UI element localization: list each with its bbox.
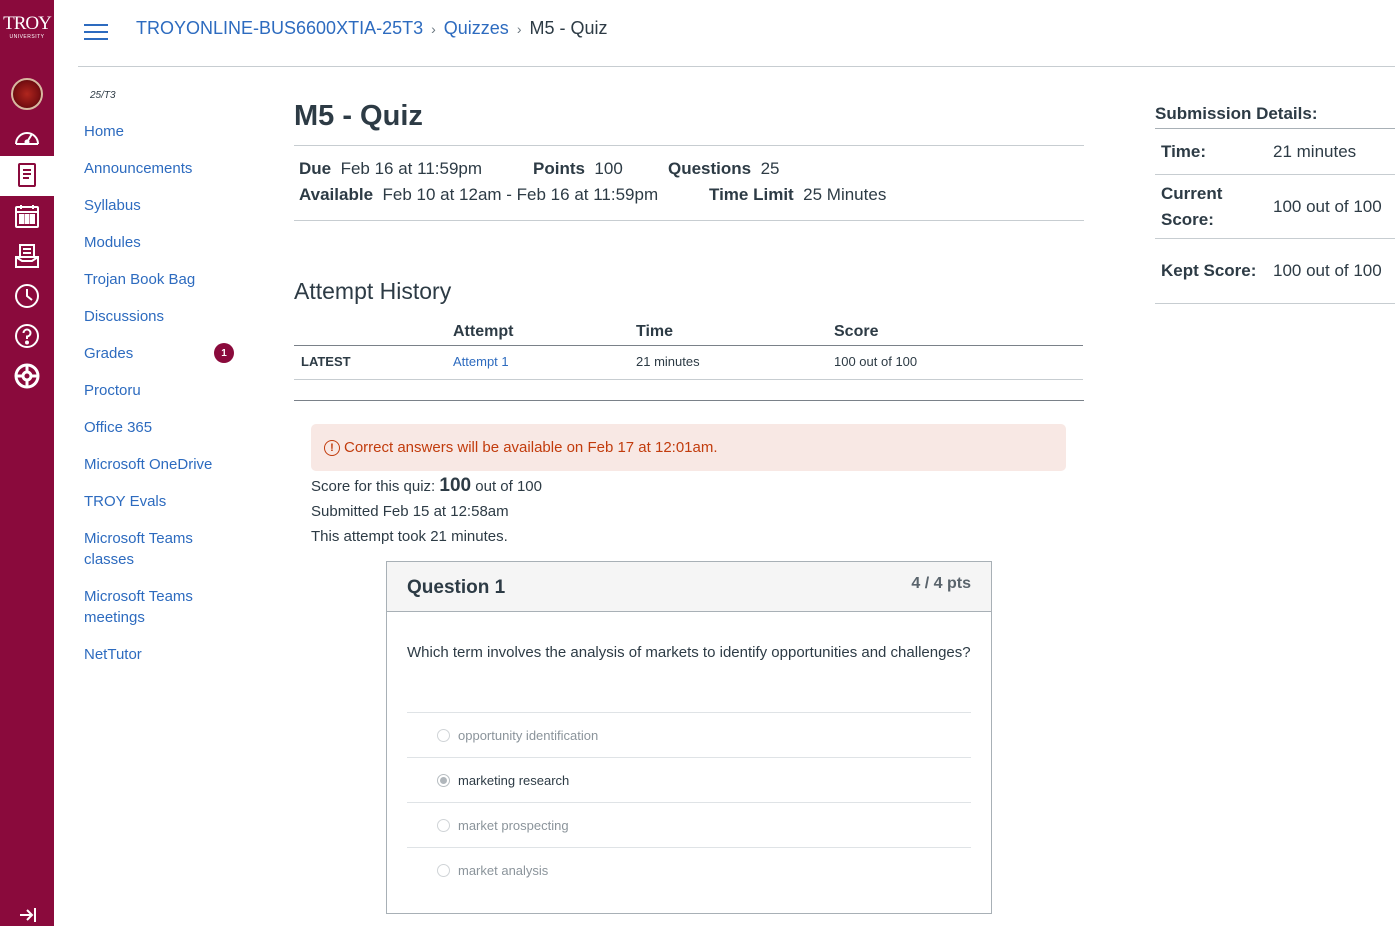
score-prefix: Score for this quiz: bbox=[311, 478, 436, 495]
calendar-icon[interactable] bbox=[0, 196, 54, 236]
answer-list: opportunity identification marketing res… bbox=[407, 712, 971, 893]
attempt-score: 100 out of 100 bbox=[834, 345, 1083, 380]
submission-details-heading: Submission Details: bbox=[1155, 104, 1395, 129]
page-header: TROYONLINE-BUS6600XTIA-25T3 › Quizzes › … bbox=[78, 0, 1395, 67]
course-nav-teams-classes[interactable]: Microsoft Teams classes bbox=[84, 528, 214, 570]
attempt-1-link[interactable]: Attempt 1 bbox=[453, 354, 509, 369]
breadcrumb-current: M5 - Quiz bbox=[529, 18, 608, 38]
questions-label: Questions bbox=[668, 159, 752, 178]
latest-tag: LATEST bbox=[294, 345, 453, 380]
course-nav-grades-label: Grades bbox=[84, 345, 134, 362]
course-nav-teams-meetings[interactable]: Microsoft Teams meetings bbox=[84, 586, 214, 628]
course-nav: 25/T3 Home Announcements Syllabus Module… bbox=[84, 90, 244, 681]
troy-logo[interactable]: TROY UNIVERSITY bbox=[0, 14, 54, 41]
questions-value: 25 bbox=[760, 159, 780, 178]
help-icon[interactable] bbox=[0, 316, 54, 356]
table-row: LATEST Attempt 1 21 minutes 100 out of 1… bbox=[294, 345, 1083, 380]
question-text: Which term involves the analysis of mark… bbox=[407, 644, 971, 661]
radio-button bbox=[437, 728, 450, 742]
course-nav-nettutor[interactable]: NetTutor bbox=[84, 644, 244, 665]
submission-details: Submission Details: Time: 21 minutes Cur… bbox=[1155, 104, 1395, 304]
radio-button-selected bbox=[437, 773, 450, 787]
global-nav: TROY UNIVERSITY bbox=[0, 0, 54, 926]
breadcrumb-course[interactable]: TROYONLINE-BUS6600XTIA-25T3 bbox=[136, 18, 423, 39]
attempt-history-table: Attempt Time Score LATEST Attempt 1 21 m… bbox=[294, 319, 1083, 380]
radio-button bbox=[437, 864, 450, 877]
course-nav-onedrive[interactable]: Microsoft OneDrive bbox=[84, 454, 244, 475]
page-title: M5 - Quiz bbox=[294, 100, 423, 132]
answer-option: market analysis bbox=[407, 848, 971, 893]
answer-label: market analysis bbox=[458, 863, 549, 878]
question-header: Question 1 4 / 4 pts bbox=[387, 562, 991, 612]
submitted-text: Submitted Feb 15 at 12:58am bbox=[311, 503, 509, 520]
question-points: 4 / 4 pts bbox=[911, 575, 971, 592]
points-value: 100 bbox=[594, 159, 623, 178]
col-score: Score bbox=[834, 319, 1083, 346]
col-attempt: Attempt bbox=[453, 319, 636, 346]
due-value: Feb 16 at 11:59pm bbox=[340, 159, 483, 178]
submission-time-row: Time: 21 minutes bbox=[1155, 129, 1395, 175]
quiz-main: M5 - Quiz Due Feb 16 at 11:59pm Points 1… bbox=[294, 100, 1084, 545]
available-label: Available bbox=[299, 185, 374, 204]
time-limit-value: 25 Minutes bbox=[803, 185, 887, 204]
course-nav-discussions[interactable]: Discussions bbox=[84, 306, 244, 327]
divider bbox=[294, 400, 1084, 401]
course-nav-troy-evals[interactable]: TROY Evals bbox=[84, 491, 244, 512]
notice-text: Correct answers will be available on Feb… bbox=[344, 439, 718, 456]
course-nav-proctoru[interactable]: Proctoru bbox=[84, 380, 244, 401]
col-time: Time bbox=[636, 319, 834, 346]
col-tag bbox=[294, 319, 453, 346]
avatar bbox=[11, 78, 43, 110]
question-card: Question 1 4 / 4 pts Which term involves… bbox=[386, 561, 992, 914]
dashboard-icon[interactable] bbox=[0, 116, 54, 156]
course-nav-trojan-book-bag[interactable]: Trojan Book Bag bbox=[84, 269, 244, 290]
answer-label: opportunity identification bbox=[458, 727, 599, 743]
collapse-nav-icon[interactable] bbox=[18, 908, 36, 926]
answer-label: market prospecting bbox=[458, 817, 569, 833]
duration-text: This attempt took 21 minutes. bbox=[311, 528, 508, 545]
correct-answers-notice: ! Correct answers will be available on F… bbox=[311, 424, 1066, 471]
radio-button bbox=[437, 818, 450, 832]
due-label: Due bbox=[299, 159, 332, 178]
attempt-history-heading: Attempt History bbox=[294, 278, 452, 304]
quiz-details: Due Feb 16 at 11:59pm Points 100 Questio… bbox=[294, 145, 1084, 221]
time-limit-label: Time Limit bbox=[709, 185, 794, 204]
term-label: 25/T3 bbox=[90, 90, 116, 101]
course-nav-toggle-icon[interactable] bbox=[84, 24, 108, 42]
account-avatar[interactable] bbox=[0, 74, 54, 114]
answer-option: opportunity identification bbox=[407, 713, 971, 758]
kept-score-row: Kept Score: 100 out of 100 bbox=[1155, 239, 1395, 304]
chevron-right-icon: › bbox=[431, 20, 436, 37]
chevron-right-icon: › bbox=[516, 20, 522, 37]
course-nav-grades[interactable]: Grades 1 bbox=[84, 343, 244, 364]
commons-icon[interactable] bbox=[0, 356, 54, 396]
history-icon[interactable] bbox=[0, 276, 54, 316]
question-title: Question 1 bbox=[407, 577, 506, 598]
course-nav-modules[interactable]: Modules bbox=[84, 232, 244, 253]
breadcrumb: TROYONLINE-BUS6600XTIA-25T3 › Quizzes › … bbox=[136, 18, 608, 39]
grades-badge: 1 bbox=[214, 343, 234, 363]
answer-label: marketing research bbox=[458, 772, 570, 788]
score-value: 100 bbox=[439, 475, 472, 496]
course-nav-office-365[interactable]: Office 365 bbox=[84, 417, 244, 438]
score-info: Score for this quiz: 100 out of 100 Subm… bbox=[311, 473, 542, 549]
attempt-time: 21 minutes bbox=[636, 345, 834, 380]
warning-icon: ! bbox=[324, 439, 340, 456]
score-suffix: out of 100 bbox=[475, 478, 542, 495]
available-value: Feb 10 at 12am - Feb 16 at 11:59pm bbox=[382, 185, 659, 204]
points-label: Points bbox=[533, 159, 585, 178]
answer-option: market prospecting bbox=[407, 803, 971, 848]
inbox-icon[interactable] bbox=[0, 236, 54, 276]
current-score-row: Current Score: 100 out of 100 bbox=[1155, 175, 1395, 239]
answer-option-selected: marketing research bbox=[407, 758, 971, 803]
courses-icon[interactable] bbox=[0, 156, 54, 196]
breadcrumb-quizzes[interactable]: Quizzes bbox=[444, 18, 509, 39]
course-nav-announcements[interactable]: Announcements bbox=[84, 158, 244, 179]
course-nav-home[interactable]: Home bbox=[84, 121, 244, 142]
course-nav-syllabus[interactable]: Syllabus bbox=[84, 195, 244, 216]
